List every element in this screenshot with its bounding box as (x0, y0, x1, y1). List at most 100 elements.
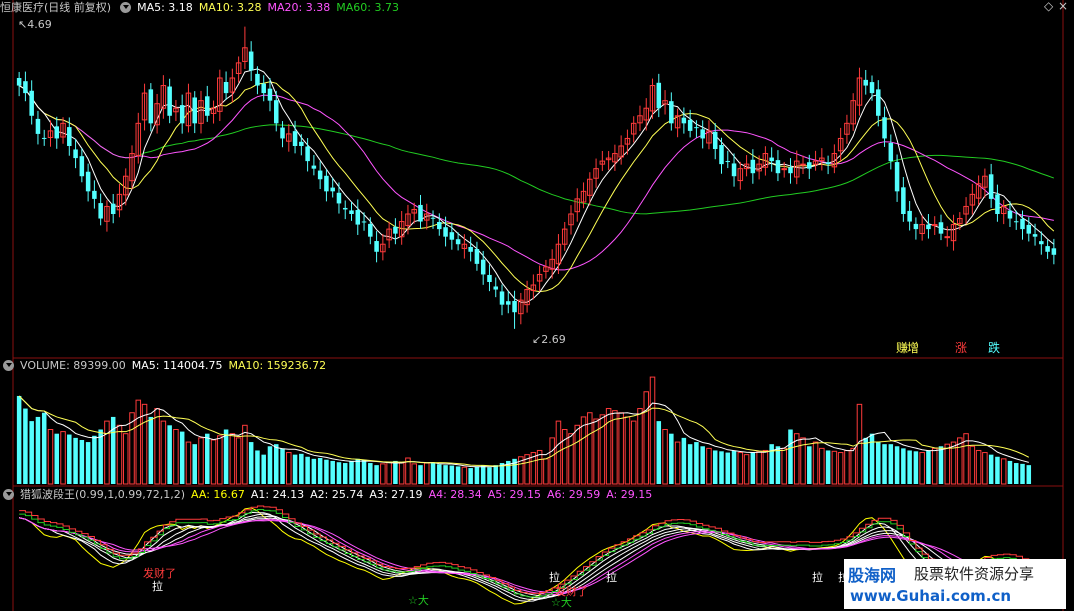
volume-bar (16, 395, 22, 484)
volume-bar (656, 421, 662, 484)
volume-bar (700, 446, 705, 484)
close-icon[interactable]: × (1058, 0, 1068, 13)
volume-bar (443, 465, 448, 484)
candle-body (368, 223, 373, 237)
candle-body (882, 117, 887, 139)
watermark-url: www.Guhai.com.cn (850, 587, 1012, 605)
candle-body (474, 249, 480, 264)
candle-body (342, 207, 348, 210)
candle-body (167, 86, 172, 116)
candle-body (694, 127, 699, 129)
candle-body (944, 236, 951, 239)
candle-body (54, 126, 60, 139)
stock-name: 恒康医疗(日线 前复权) (0, 1, 112, 14)
candle-body (788, 167, 793, 174)
volume-ma5: MA5: 114004.75 (131, 358, 223, 372)
candle-body (1013, 221, 1019, 223)
legend-zhang: 涨 (955, 341, 968, 355)
volume-bar (67, 434, 72, 484)
volume-bar (280, 448, 285, 484)
candle-body (700, 129, 705, 139)
price-panel-header: 恒康医疗(日线 前复权) MA5: 3.18 MA10: 3.28 MA20: … (0, 0, 399, 15)
volume-bar (493, 465, 498, 484)
volume-bar (731, 450, 737, 484)
volume-bar (355, 458, 361, 484)
candle-body (863, 79, 868, 86)
candle-body (330, 187, 335, 192)
volume-bar (681, 437, 687, 484)
candle-body (1032, 234, 1038, 237)
volume-bar (299, 453, 304, 484)
candle-body (35, 118, 41, 134)
candle-body (493, 286, 498, 290)
volume-bar (54, 433, 60, 484)
candle-body (731, 163, 737, 177)
volume-bar (725, 452, 731, 484)
candle-body (712, 131, 718, 150)
volume-bar (317, 458, 323, 484)
ma20-value: MA20: 3.38 (267, 0, 331, 14)
candle-body (223, 82, 229, 94)
candle-body (292, 131, 298, 146)
volume-ma10: MA10: 159236.72 (228, 358, 327, 372)
volume-bar (882, 444, 887, 484)
candle-body (355, 209, 361, 225)
candle-body (98, 203, 103, 219)
volume-bar (336, 462, 342, 484)
candle-body (305, 146, 310, 162)
candle-body (800, 163, 806, 166)
volume-bar (305, 456, 310, 484)
volume-value: VOLUME: 89399.00 (20, 358, 126, 372)
volume-bar (324, 459, 329, 484)
indicator-panel-header: 猎狐波段王(0.99,1,0.99,72,1,2) AA: 16.67 A1: … (0, 487, 652, 501)
candle-body (1045, 246, 1050, 252)
volume-bar (437, 464, 442, 484)
volume-bar (988, 454, 994, 484)
candle-body (449, 232, 455, 240)
volume-bar (267, 446, 273, 484)
candle-body (876, 89, 881, 116)
candle-body (311, 165, 317, 169)
volume-bar (330, 460, 335, 484)
dropdown-icon[interactable] (120, 1, 132, 13)
volume-bar (1007, 460, 1013, 484)
candle-body (280, 127, 285, 139)
candle-body (148, 89, 154, 124)
candle-body (92, 190, 97, 199)
candle-body (317, 170, 323, 180)
candle-body (1007, 210, 1013, 219)
diamond-icon[interactable]: ◇ (1044, 0, 1053, 13)
dropdown-icon[interactable] (3, 359, 14, 371)
candle-body (41, 137, 47, 139)
volume-bar (474, 466, 480, 484)
candle-body (775, 160, 781, 174)
volume-bar (368, 463, 373, 484)
candle-body (938, 222, 944, 234)
volume-bar (248, 442, 254, 484)
volume-bar (223, 429, 229, 484)
candle-body (769, 157, 774, 162)
volume-bar (449, 465, 455, 484)
volume-bar (480, 465, 486, 484)
price-volume-chart (0, 0, 1074, 611)
low-price-label: ↙2.69 (532, 333, 566, 346)
candle-body (825, 162, 831, 165)
a3-value: A3: 27.19 (369, 487, 423, 501)
candle-body (349, 210, 354, 214)
candle-body (23, 81, 28, 94)
volume-bar (876, 442, 881, 484)
dropdown-icon[interactable] (3, 488, 14, 500)
candle-body (894, 162, 900, 192)
volume-bar (888, 444, 894, 484)
volume-bar (926, 450, 931, 484)
candle-body (299, 141, 304, 146)
candle-body (205, 96, 210, 116)
candle-body (869, 82, 875, 94)
candle-body (374, 241, 379, 252)
volume-bar (85, 442, 91, 484)
candle-body (750, 159, 756, 174)
volume-bar (92, 435, 97, 484)
volume-bar (79, 439, 85, 484)
a-value: A: 29.15 (606, 487, 653, 501)
volume-bar (788, 429, 793, 484)
